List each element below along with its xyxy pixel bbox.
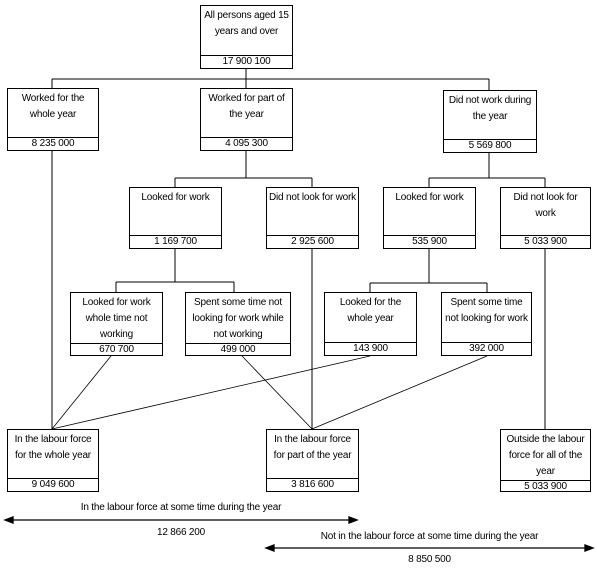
node-label: All persons aged 15 years and over (204, 10, 289, 37)
arrowhead-left (264, 544, 275, 552)
node-value: 4 095 300 (201, 137, 292, 150)
node-label: Worked for part of the year (208, 93, 285, 120)
span-label-in-lf: In the labour force at some time during … (80, 502, 282, 513)
span-value-not-in-lf: 8 850 500 (408, 554, 451, 565)
node-label: In the labour force for part of the year (273, 434, 352, 461)
connector (51, 355, 371, 430)
node-label: Did not work during the year (448, 95, 532, 122)
node-did-not-work: Did not work during the year 5 569 800 (443, 90, 537, 153)
node-value: 5 569 800 (444, 139, 536, 152)
arrowhead-right (348, 516, 359, 524)
node-value: 9 049 600 (8, 478, 98, 491)
node-label: Spent some time not looking for work (445, 297, 528, 324)
node-label: Did not look for work (269, 192, 356, 203)
arrowhead-right (584, 544, 595, 552)
node-spent-some-time-not-looking-dnw: Spent some time not looking for work 392… (441, 292, 532, 356)
node-value: 1 169 700 (130, 235, 221, 248)
arrowhead-left (3, 516, 14, 524)
node-value: 8 235 000 (8, 137, 98, 150)
span-label-not-in-lf: Not in the labour force at some time dur… (320, 531, 539, 542)
node-label: Did not look for work (513, 192, 578, 219)
node-label: Worked for the whole year (21, 93, 85, 120)
node-label: In the labour force for the whole year (14, 434, 92, 461)
node-value: 2 925 600 (267, 235, 358, 248)
node-label: Looked for the whole year (339, 297, 402, 324)
node-dnw-looked-for-work: Looked for work 535 900 (383, 187, 476, 249)
node-value: 5 033 900 (501, 480, 590, 493)
connector (241, 355, 313, 430)
node-value: 5 033 900 (501, 235, 590, 248)
node-label: Looked for work whole time not working (82, 297, 151, 340)
node-value: 392 000 (442, 342, 531, 355)
node-value: 143 900 (325, 342, 416, 355)
node-label: Looked for work (141, 192, 210, 203)
node-dnw-did-not-look: Did not look for work 5 033 900 (500, 187, 591, 249)
node-label: Looked for work (395, 192, 464, 203)
node-label: Outside the labour force for all of the … (506, 434, 585, 477)
node-spent-some-time-not-looking-part: Spent some time not looking for work whi… (185, 292, 291, 356)
node-worked-part-year: Worked for part of the year 4 095 300 (200, 88, 293, 151)
node-looked-whole-year: Looked for the whole year 143 900 (324, 292, 417, 356)
node-outside-lf: Outside the labour force for all of the … (500, 429, 591, 492)
node-label: Spent some time not looking for work whi… (192, 297, 284, 340)
connector (51, 355, 112, 430)
node-lf-whole-year: In the labour force for the whole year 9… (7, 429, 99, 492)
node-value: 3 816 600 (267, 478, 358, 491)
node-part-did-not-look: Did not look for work 2 925 600 (266, 187, 359, 249)
node-value: 535 900 (384, 235, 475, 248)
connector (311, 355, 488, 430)
node-value: 499 000 (186, 343, 290, 356)
node-lf-part-year: In the labour force for part of the year… (266, 429, 359, 492)
node-all-persons: All persons aged 15 years and over 17 90… (200, 5, 293, 69)
node-part-looked-for-work: Looked for work 1 169 700 (129, 187, 222, 249)
node-worked-whole-year: Worked for the whole year 8 235 000 (7, 88, 99, 151)
node-looked-whole-time: Looked for work whole time not working 6… (70, 292, 163, 356)
node-value: 670 700 (71, 343, 162, 356)
node-value: 17 900 100 (201, 55, 292, 68)
